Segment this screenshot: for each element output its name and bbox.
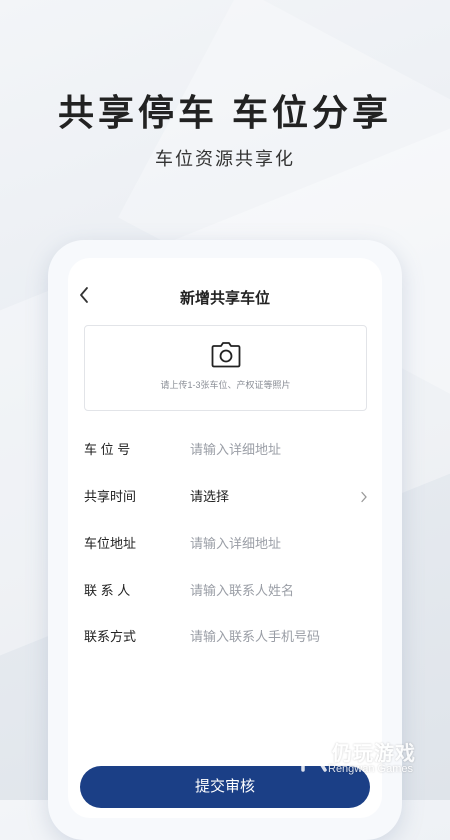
- form-row-space-number: 车 位 号: [84, 438, 368, 462]
- address-input[interactable]: [190, 532, 366, 556]
- form-row-address: 车位地址: [84, 532, 368, 556]
- watermark-text: 仍玩游戏: [332, 743, 416, 765]
- field-label: 共享时间: [84, 489, 137, 504]
- photo-upload-area[interactable]: 请上传1-3张车位、产权证等照片: [84, 325, 367, 411]
- form-row-phone: 联系方式: [84, 625, 368, 649]
- page-title: 新增共享车位: [179, 290, 270, 307]
- contact-name-input[interactable]: [190, 579, 366, 603]
- contact-phone-input[interactable]: [190, 625, 366, 649]
- field-label: 联系方式: [84, 629, 137, 644]
- space-number-input[interactable]: [190, 438, 366, 462]
- form-row-share-time[interactable]: 共享时间 请选择: [84, 485, 368, 509]
- promo-headline: 共享停车 车位分享: [57, 92, 392, 133]
- field-label: 车位地址: [84, 536, 137, 551]
- chevron-right-icon: [361, 491, 367, 503]
- watermark-subtext: Rengwan Games: [328, 763, 413, 775]
- upload-hint: 请上传1-3张车位、产权证等照片: [160, 380, 291, 390]
- field-label: 车 位 号: [84, 442, 131, 457]
- watermark-logo-icon: [301, 739, 327, 772]
- watermark: 仍玩游戏 Rengwan Games: [300, 735, 450, 785]
- share-time-select[interactable]: 请选择: [190, 485, 229, 509]
- promo-subline: 车位资源共享化: [155, 149, 295, 169]
- field-label: 联 系 人: [84, 583, 131, 598]
- form-row-contact: 联 系 人: [84, 579, 368, 603]
- camera-icon: [211, 342, 241, 368]
